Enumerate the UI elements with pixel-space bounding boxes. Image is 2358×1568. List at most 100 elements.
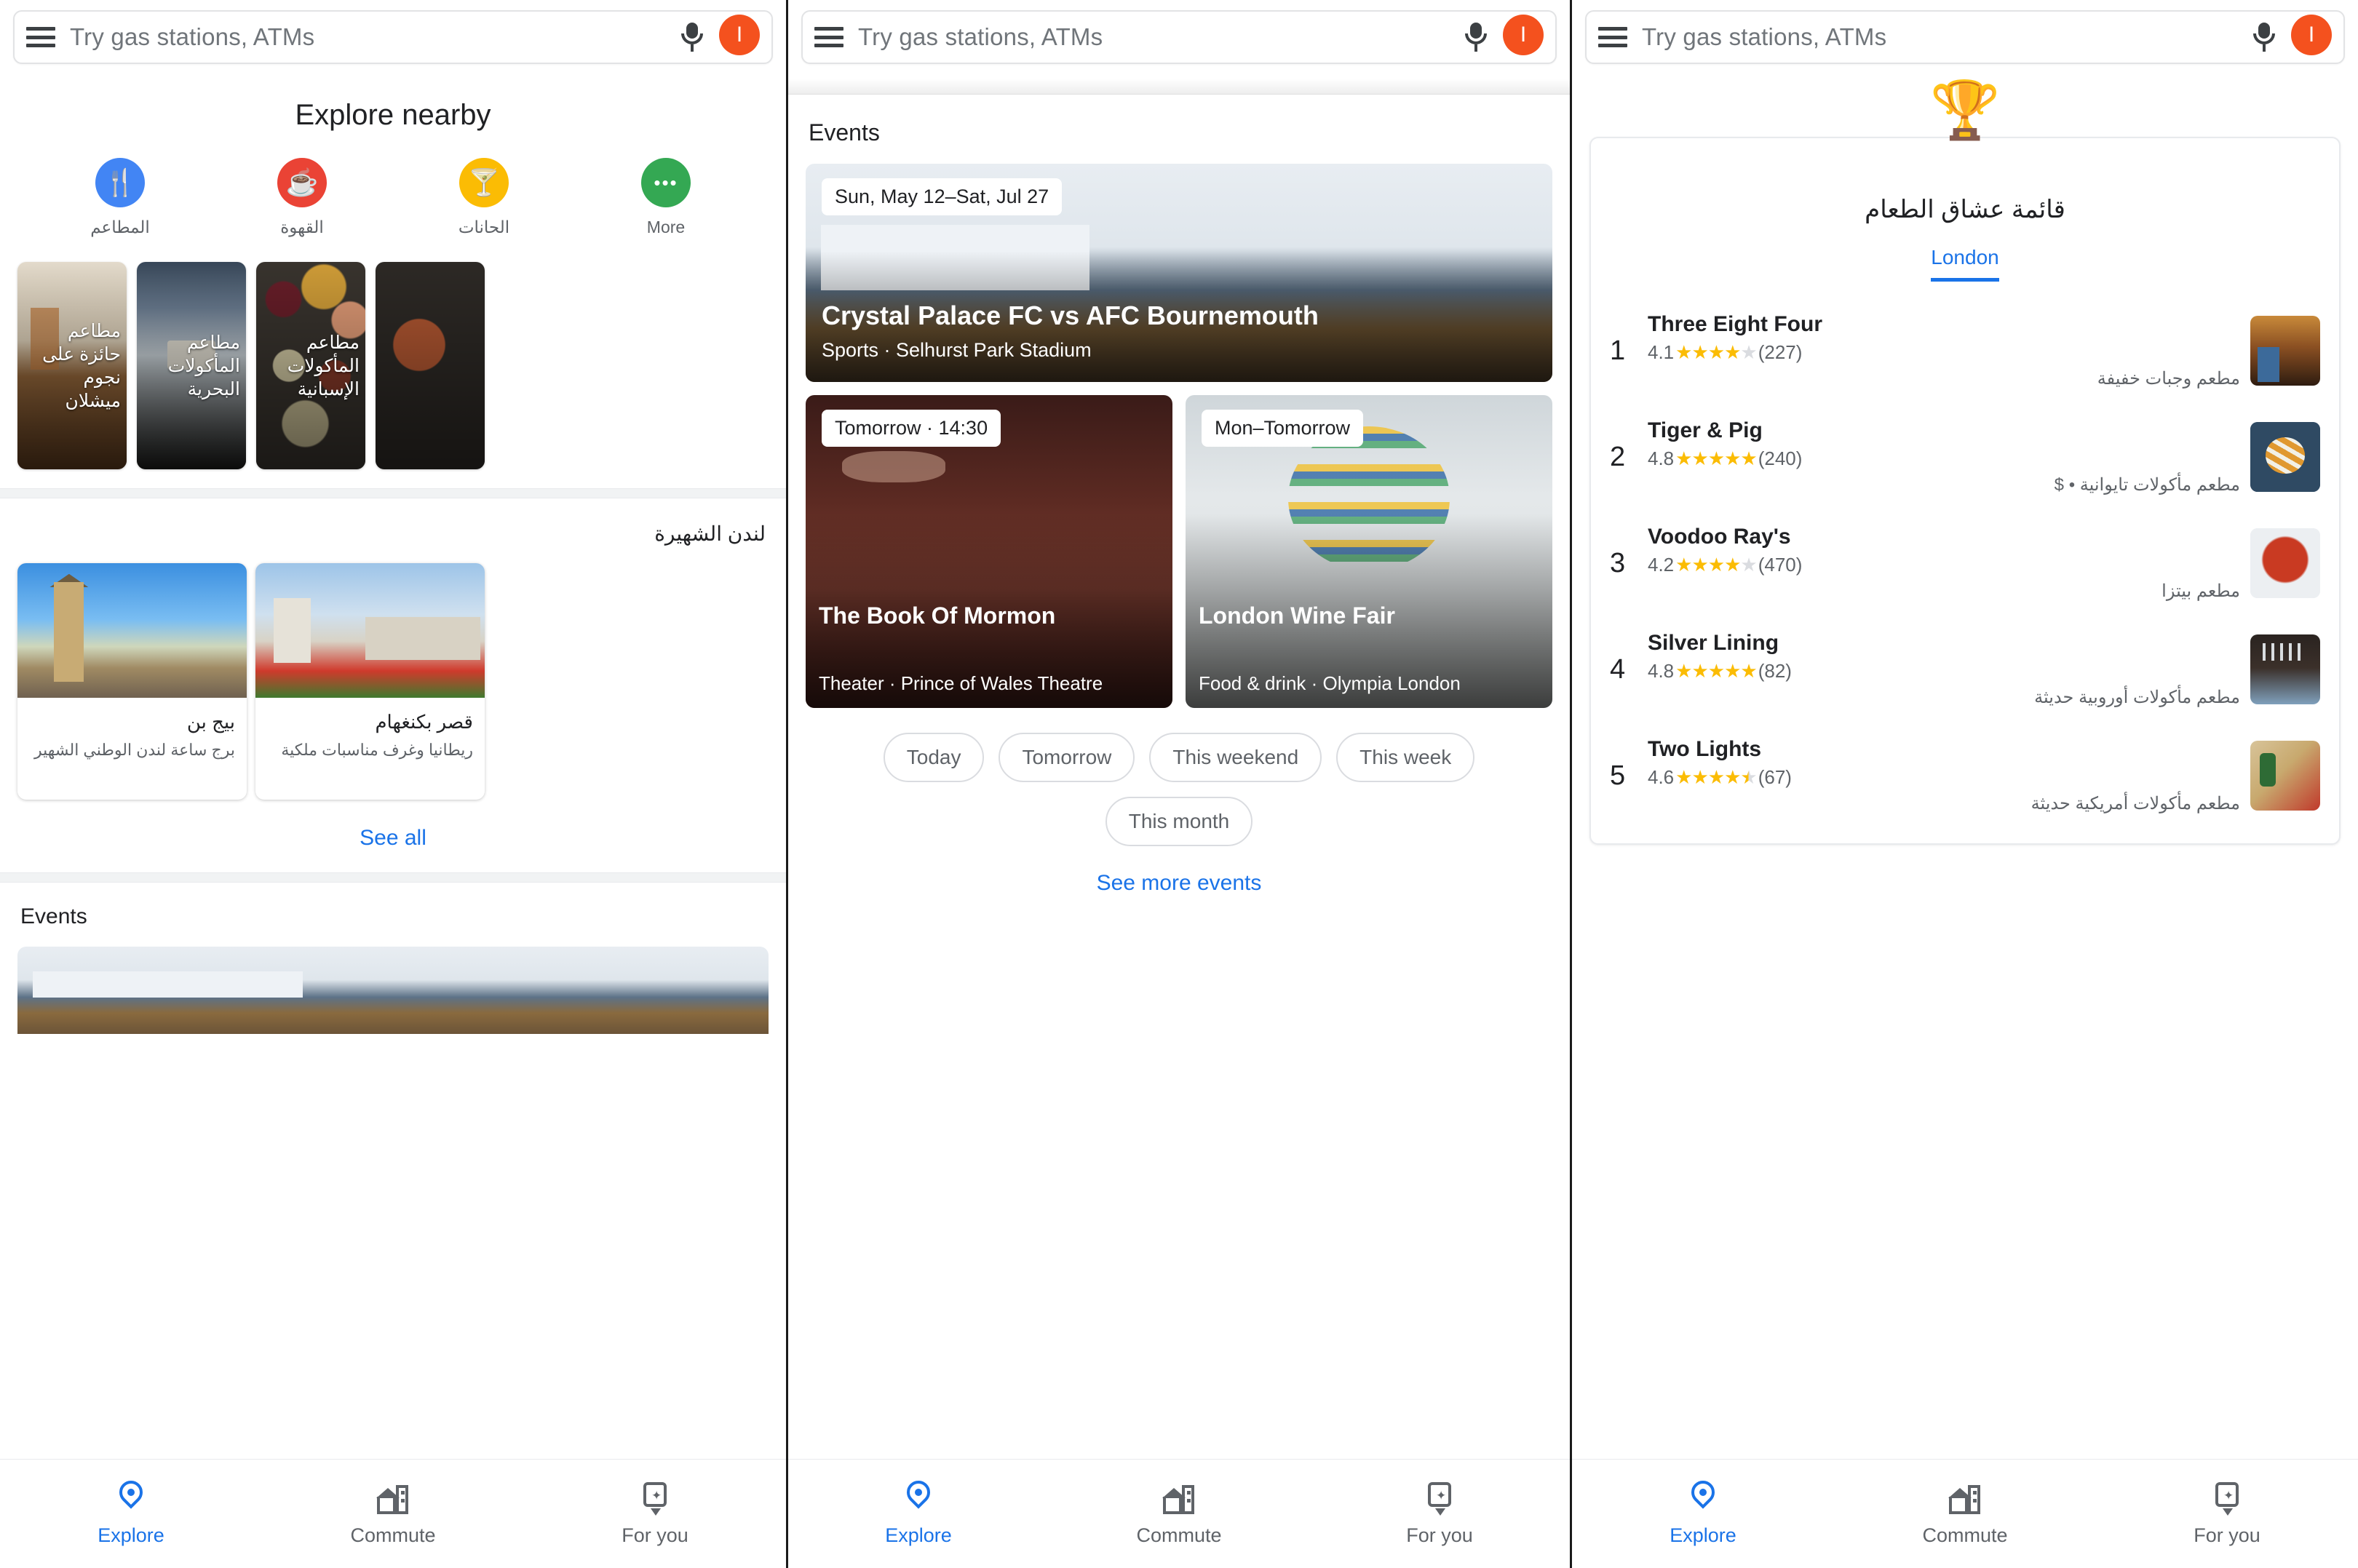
restaurant-name: Two Lights xyxy=(1648,737,1762,761)
restaurant-thumbnail[interactable] xyxy=(2250,422,2320,492)
avatar[interactable]: I xyxy=(1503,15,1544,55)
event-date-badge: Sun, May 12–Sat, Jul 27 xyxy=(822,178,1063,215)
list-item[interactable]: بيج بن برج ساعة لندن الوطني الشهير xyxy=(17,563,247,800)
category-label: More xyxy=(646,218,686,236)
nav-commute[interactable]: Commute xyxy=(1092,1481,1266,1547)
nav-label: Commute xyxy=(1136,1524,1222,1546)
nav-explore[interactable]: Explore xyxy=(1616,1476,1790,1547)
restaurant-name: Voodoo Ray's xyxy=(1648,525,1791,549)
nav-for-you[interactable]: ✦ For you xyxy=(568,1481,742,1547)
landmark-name: بيج بن xyxy=(186,711,235,733)
landmark-photo xyxy=(17,563,247,698)
avatar[interactable]: I xyxy=(2291,15,2332,55)
table-row[interactable]: 1 Three Eight Four 4.1 ★★★★★ (227) مطعم … xyxy=(1591,298,2339,404)
restaurant-thumbnail[interactable] xyxy=(2250,634,2320,704)
see-more-events-link[interactable]: See more events xyxy=(788,871,1570,896)
map-pin-icon xyxy=(114,1476,148,1517)
filter-chip-this-weekend[interactable]: This weekend xyxy=(1149,733,1322,782)
microphone-icon[interactable] xyxy=(2252,21,2276,53)
divider xyxy=(0,488,786,498)
hamburger-menu-icon[interactable] xyxy=(1598,27,1627,47)
search-input[interactable]: Try gas stations, ATMs xyxy=(70,23,680,51)
search-bar[interactable]: Try gas stations, ATMs I xyxy=(801,10,1557,64)
events-section-title: Events xyxy=(809,119,880,146)
list-item[interactable]: مطاعم حائزة على نجوم ميشلان xyxy=(17,262,127,469)
restaurant-category: مطعم بيتزا xyxy=(2162,581,2240,601)
microphone-icon[interactable] xyxy=(680,21,704,53)
list-item[interactable]: قصر بكنغهام ريطانيا وغرف مناسبات ملكية xyxy=(255,563,485,800)
filter-chip-this-month[interactable]: This month xyxy=(1105,797,1253,846)
search-input[interactable]: Try gas stations, ATMs xyxy=(1642,23,2252,51)
nav-explore[interactable]: Explore xyxy=(831,1476,1006,1547)
landmarks-carousel[interactable]: بيج بن برج ساعة لندن الوطني الشهير قصر ب… xyxy=(17,563,786,800)
filter-chip-today[interactable]: Today xyxy=(883,733,985,782)
category-label: الحانات xyxy=(458,218,510,236)
table-row[interactable]: 3 Voodoo Ray's 4.2 ★★★★★ (470) مطعم بيتز… xyxy=(1591,510,2339,616)
tab-london[interactable]: London xyxy=(1931,246,1999,282)
nav-label: Explore xyxy=(885,1524,952,1546)
restaurant-thumbnail[interactable] xyxy=(2250,741,2320,811)
nav-commute[interactable]: Commute xyxy=(1878,1481,2052,1547)
event-card-row: Tomorrow · 14:30 The Book Of Mormon Thea… xyxy=(806,395,1552,708)
review-count: (240) xyxy=(1758,447,1803,469)
rating-value: 4.8 xyxy=(1648,660,1675,682)
star-rating-icon: ★★★★★ xyxy=(1675,554,1758,576)
star-rating-icon: ★★★★★ xyxy=(1675,660,1758,682)
nav-commute[interactable]: Commute xyxy=(306,1481,480,1547)
featured-event-card[interactable]: Sun, May 12–Sat, Jul 27 Crystal Palace F… xyxy=(806,164,1552,382)
event-card-preview[interactable] xyxy=(17,947,769,1034)
event-card[interactable]: Tomorrow · 14:30 The Book Of Mormon Thea… xyxy=(806,395,1172,708)
nav-explore[interactable]: Explore xyxy=(44,1476,218,1547)
category-more[interactable]: ••• More xyxy=(608,158,724,237)
panel2-scroll-area[interactable]: Events Sun, May 12–Sat, Jul 27 Crystal P… xyxy=(788,64,1570,1459)
see-all-link[interactable]: See all xyxy=(0,826,786,851)
rating-row: 4.2 ★★★★★ (470) xyxy=(1648,554,2240,576)
list-item[interactable]: مطاعم المأكولات البحرية xyxy=(137,262,246,469)
category-bars[interactable]: 🍸 الحانات xyxy=(426,158,542,237)
filter-chip-this-week[interactable]: This week xyxy=(1336,733,1475,782)
restaurant-icon: 🍴 xyxy=(95,158,145,207)
event-title: Crystal Palace FC vs AFC Bournemouth xyxy=(822,301,1319,330)
search-bar[interactable]: Try gas stations, ATMs I xyxy=(1585,10,2345,64)
nav-for-you[interactable]: ✦ For you xyxy=(2140,1481,2314,1547)
map-pin-icon xyxy=(902,1476,935,1517)
rating-value: 4.6 xyxy=(1648,766,1675,788)
table-row[interactable]: 4 Silver Lining 4.8 ★★★★★ (82) مطعم مأكو… xyxy=(1591,616,2339,723)
panel3-scroll-area[interactable]: 🏆 قائمة عشاق الطعام London 1 Three Eight… xyxy=(1572,64,2358,1459)
event-date-badge: Tomorrow · 14:30 xyxy=(822,410,1001,447)
nav-label: Explore xyxy=(1670,1524,1736,1546)
nav-label: Commute xyxy=(1922,1524,2008,1546)
table-row[interactable]: 2 Tiger & Pig 4.8 ★★★★★ (240) مطعم مأكول… xyxy=(1591,404,2339,510)
avatar[interactable]: I xyxy=(719,15,760,55)
panel1-scroll-area[interactable]: Explore nearby 🍴 المطاعم ☕ القهوة 🍸 الحا… xyxy=(0,64,786,1459)
search-input[interactable]: Try gas stations, ATMs xyxy=(858,23,1464,51)
restaurant-thumbnail[interactable] xyxy=(2250,528,2320,598)
food-category-carousel[interactable]: مطاعم حائزة على نجوم ميشلان مطاعم المأكو… xyxy=(17,262,786,469)
restaurant-category: مطعم وجبات خفيفة xyxy=(2097,369,2240,389)
category-coffee[interactable]: ☕ القهوة xyxy=(244,158,360,237)
star-rating-icon: ★★★★★ xyxy=(1675,447,1758,469)
page-title: Explore nearby xyxy=(295,99,491,131)
category-row: 🍴 المطاعم ☕ القهوة 🍸 الحانات ••• More xyxy=(29,158,757,237)
list-item[interactable] xyxy=(376,262,485,469)
event-subtitle: Food & drink · Olympia London xyxy=(1199,672,1461,694)
panel-events: Try gas stations, ATMs I Events Sun, May… xyxy=(786,0,1572,1568)
restaurant-thumbnail[interactable] xyxy=(2250,316,2320,386)
event-card[interactable]: Mon–Tomorrow London Wine Fair Food & dri… xyxy=(1186,395,1552,708)
hamburger-menu-icon[interactable] xyxy=(814,27,843,47)
filter-chip-tomorrow[interactable]: Tomorrow xyxy=(999,733,1135,782)
divider xyxy=(0,872,786,883)
rating-row: 4.1 ★★★★★ (227) xyxy=(1648,341,2240,364)
restaurant-category: مطعم مأكولات تايوانية • $ xyxy=(2054,475,2240,495)
event-title: London Wine Fair xyxy=(1199,602,1395,629)
food-card-caption: مطاعم حائزة على نجوم ميشلان xyxy=(42,320,121,411)
category-restaurants[interactable]: 🍴 المطاعم xyxy=(62,158,178,237)
category-label: القهوة xyxy=(280,218,324,236)
hamburger-menu-icon[interactable] xyxy=(26,27,55,47)
review-count: (82) xyxy=(1758,660,1792,682)
nav-for-you[interactable]: ✦ For you xyxy=(1352,1481,1527,1547)
microphone-icon[interactable] xyxy=(1464,21,1488,53)
search-bar[interactable]: Try gas stations, ATMs I xyxy=(13,10,773,64)
list-item[interactable]: مطاعم المأكولات الإسبانية xyxy=(256,262,365,469)
table-row[interactable]: 5 Two Lights 4.6 ★★★★★ (67) مطعم مأكولات… xyxy=(1591,723,2339,829)
